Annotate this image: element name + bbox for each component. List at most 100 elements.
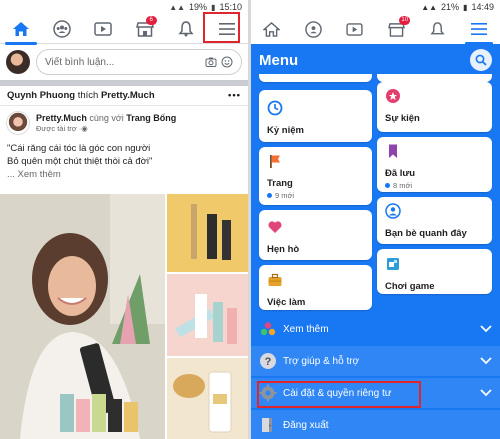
comment-placeholder: Viết bình luận...: [45, 56, 115, 68]
tab-watch[interactable]: [83, 16, 123, 42]
comment-composer: Viết bình luận...: [0, 44, 248, 86]
page-name[interactable]: Pretty.Much: [36, 113, 87, 123]
battery-level: 21%: [441, 2, 460, 12]
bell-icon: [430, 22, 445, 35]
toothpaste-tubes-illustration: [175, 294, 237, 344]
news-feed-screen: ▲▲ 19% ▮ 15:10 6 Viết bình luận... Quynh…: [0, 0, 248, 439]
battery-icon: ▮: [463, 2, 468, 12]
help-icon: ?: [260, 353, 276, 369]
menu-card-label: Hẹn hò: [267, 244, 300, 255]
menu-card-memories[interactable]: Kỷ niệm: [259, 90, 372, 142]
tab-watch[interactable]: [337, 16, 373, 42]
caption-line-2: Bỏ quên một chút thiệt thòi cả đời": [7, 156, 153, 167]
svg-text:?: ?: [265, 356, 272, 368]
battery-icon: ▮: [211, 2, 216, 12]
search-button[interactable]: [470, 49, 492, 71]
search-icon: [475, 54, 487, 66]
more-options-icon[interactable]: •••: [228, 90, 241, 101]
menu-card-gaming[interactable]: Chơi game: [377, 249, 492, 294]
menu-row-see-more[interactable]: Xem thêm: [251, 314, 500, 344]
menu-card-pages[interactable]: Trang 9 mới: [259, 147, 372, 205]
menu-card-partial[interactable]: [377, 74, 492, 82]
signal-icon: ▲▲: [169, 2, 186, 12]
menu-card-nearby-friends[interactable]: Bạn bè quanh đây: [377, 197, 492, 244]
logout-icon: [262, 418, 272, 432]
tab-home[interactable]: [254, 16, 290, 42]
video-icon: [346, 22, 363, 36]
menu-card-label: Sự kiện: [385, 113, 420, 124]
avatar[interactable]: [6, 50, 30, 74]
page-title: Menu: [259, 51, 299, 69]
menu-row-logout[interactable]: Đăng xuất: [251, 410, 500, 439]
globe-icon: ·◉: [78, 124, 88, 133]
main-product-photo[interactable]: [0, 194, 165, 439]
game-icon: [387, 258, 399, 270]
new-dot: [267, 193, 272, 198]
tab-notifications[interactable]: [420, 16, 456, 42]
menu-card-events[interactable]: Sự kiện: [377, 82, 492, 132]
menu-row-label: Đăng xuất: [283, 419, 329, 431]
menu-card-label: Đã lưu: [385, 168, 416, 179]
video-icon: [94, 21, 113, 36]
product-photo-1[interactable]: [167, 194, 248, 272]
page-avatar[interactable]: [6, 111, 30, 135]
notification-count-badge: 6: [145, 15, 157, 25]
top-nav-bar: 6: [0, 12, 248, 45]
status-bar: ▲▲ 21% ▮ 14:49: [251, 0, 500, 14]
menu-card-label: Kỷ niệm: [267, 125, 304, 136]
event-pin-icon: [386, 89, 400, 103]
tab-marketplace[interactable]: 6: [125, 15, 165, 42]
see-more-icon: [260, 322, 276, 336]
bookmark-icon: [389, 144, 397, 158]
top-nav-bar: 10: [251, 14, 500, 45]
heart-icon: [268, 221, 282, 233]
toothbrush-illustration: [191, 204, 231, 260]
menu-row-label: Xem thêm: [283, 323, 329, 335]
see-more-link[interactable]: ... Xem thêm: [7, 168, 241, 181]
tab-notifications[interactable]: [166, 16, 206, 42]
caption-line-1: "Cái răng cái tóc là góc con người: [7, 143, 151, 154]
menu-screen: ▲▲ 21% ▮ 14:49 10 Menu Kỷ niệm Sự kiện T…: [251, 0, 500, 439]
clock-time: 15:10: [219, 2, 242, 12]
liked-page-name[interactable]: Pretty.Much: [101, 90, 155, 101]
tab-marketplace[interactable]: 10: [378, 16, 414, 42]
flag-icon: [270, 155, 280, 168]
product-photo-3[interactable]: [167, 358, 248, 439]
chevron-down-icon: [480, 325, 492, 333]
tab-groups[interactable]: [42, 16, 82, 42]
woman-holding-toothpaste-illustration: [0, 194, 165, 439]
menu-card-sub: 9 mới: [275, 191, 295, 200]
menu-card-jobs[interactable]: Việc làm: [259, 265, 372, 310]
nearby-friends-icon: [385, 203, 401, 219]
settings-highlight-box: [257, 381, 421, 408]
menu-highlight-box: [203, 12, 240, 43]
bell-icon: [178, 21, 194, 37]
menu-card-label: Bạn bè quanh đây: [385, 228, 467, 239]
comment-input[interactable]: Viết bình luận...: [36, 49, 242, 75]
partner-name[interactable]: Trang Bống: [126, 113, 176, 123]
product-photo-2[interactable]: [167, 274, 248, 356]
tab-menu[interactable]: [461, 16, 497, 45]
activity-verb: thích: [77, 90, 99, 101]
actor-name[interactable]: Quynh Phuong: [7, 90, 75, 101]
home-icon: [12, 21, 29, 36]
post-photo-grid[interactable]: [0, 194, 248, 439]
sponsored-label: Được tài trợ: [36, 124, 77, 133]
chevron-down-icon: [480, 357, 492, 365]
tab-groups[interactable]: [295, 16, 331, 42]
tab-home[interactable]: [1, 16, 41, 45]
with-text: cùng với: [89, 113, 124, 123]
groups-icon: [53, 19, 71, 38]
menu-card-partial[interactable]: [259, 74, 372, 82]
ginger-product-illustration: [173, 371, 232, 433]
menu-card-saved[interactable]: Đã lưu 8 mới: [377, 137, 492, 192]
camera-icon[interactable]: [205, 56, 217, 68]
clock-time: 14:49: [471, 2, 494, 12]
friend-activity-line: Quynh Phuong thích Pretty.Much •••: [0, 86, 248, 106]
menu-header: Menu: [251, 44, 500, 76]
menu-card-dating[interactable]: Hẹn hò: [259, 210, 372, 260]
signal-icon: ▲▲: [421, 2, 438, 12]
post-caption: "Cái răng cái tóc là góc con người Bỏ qu…: [0, 140, 248, 183]
menu-row-help[interactable]: ? Trợ giúp & hỗ trợ: [251, 346, 500, 376]
emoji-icon[interactable]: [221, 56, 233, 68]
